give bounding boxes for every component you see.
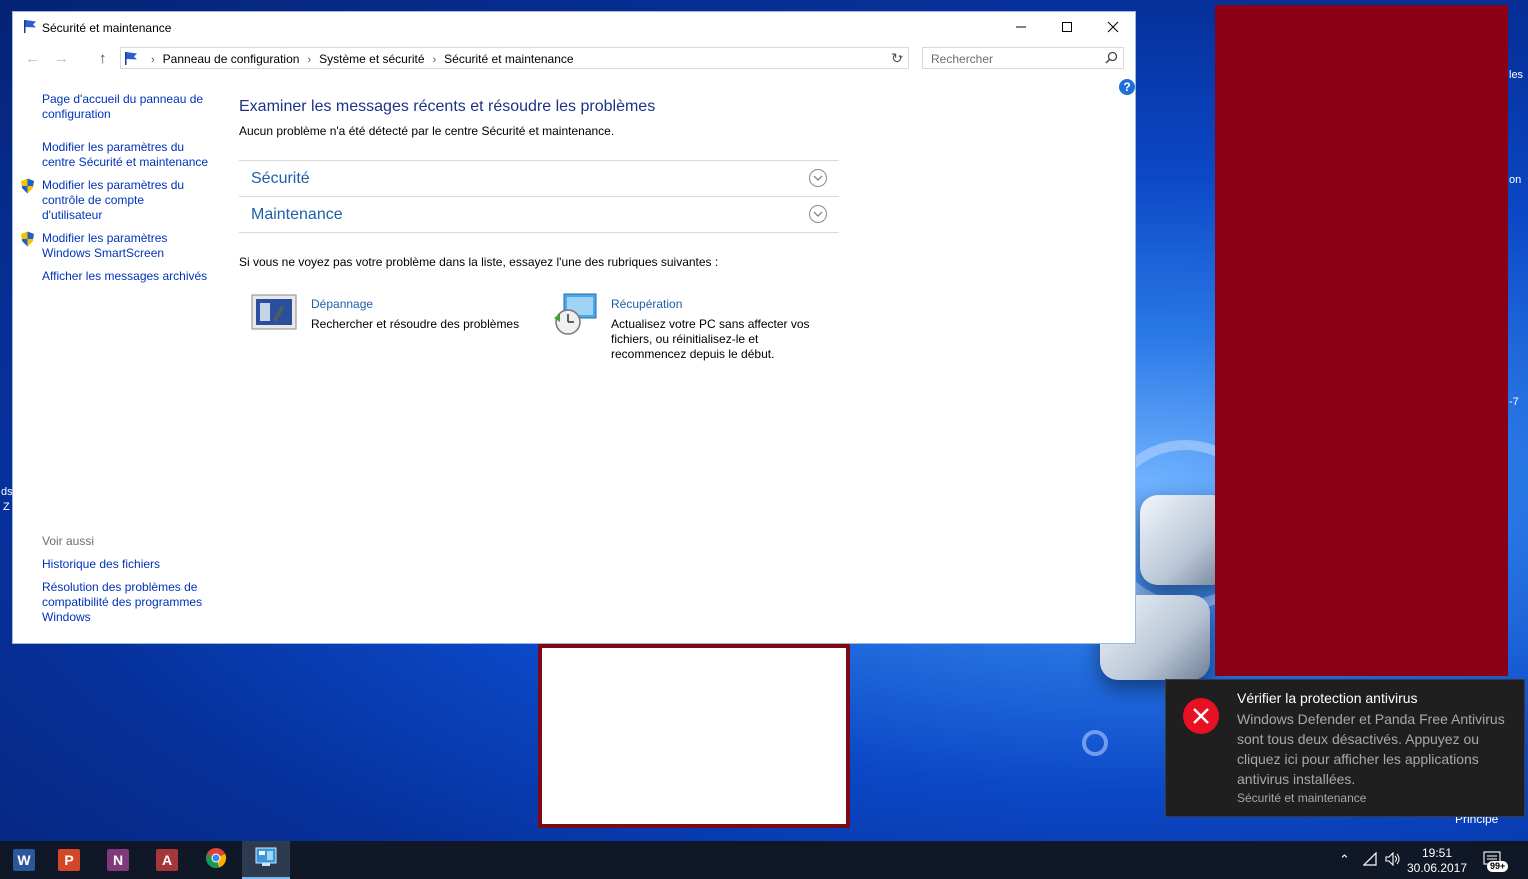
see-also-link-compatibility-troubleshooter[interactable]: Résolution des problèmes de compatibilit… xyxy=(42,580,212,625)
troubleshooting-description: Rechercher et résoudre des problèmes xyxy=(311,317,520,331)
network-icon[interactable] xyxy=(1362,851,1377,869)
security-maintenance-window: Sécurité et maintenance ← → ↑ › Panneau d… xyxy=(12,11,1136,644)
page-subtitle: Aucun problème n'a été détecté par le ce… xyxy=(239,124,615,138)
minimize-button[interactable] xyxy=(998,12,1044,42)
breadcrumb-chevron-icon[interactable]: › xyxy=(433,54,437,66)
sidebar-link-security-maintenance-settings[interactable]: Modifier les paramètres du centre Sécuri… xyxy=(42,140,217,170)
desktop-edge-label: ds xyxy=(1,486,13,498)
search-placeholder: Rechercher xyxy=(931,52,994,66)
see-also-link-file-history[interactable]: Historique des fichiers xyxy=(42,557,217,572)
expand-chevron-icon[interactable] xyxy=(809,205,827,223)
clock-time: 19:51 xyxy=(1421,846,1453,860)
search-input[interactable]: Rechercher xyxy=(922,47,1124,69)
close-button[interactable] xyxy=(1090,12,1136,42)
taskbar-app-access[interactable]: A xyxy=(143,841,191,879)
recovery-description: Actualisez votre PC sans affecter vos fi… xyxy=(611,317,810,361)
taskbar-app-onenote[interactable]: N xyxy=(94,841,142,879)
breadcrumb-item[interactable]: Panneau de configuration xyxy=(163,52,300,66)
forward-arrow-icon[interactable]: → xyxy=(54,50,69,67)
volume-icon[interactable] xyxy=(1385,851,1401,869)
sidebar-link-archived-messages[interactable]: Afficher les messages archivés xyxy=(42,269,217,284)
section-divider xyxy=(239,232,839,233)
help-icon[interactable]: ? xyxy=(1119,79,1135,95)
see-also-heading: Voir aussi xyxy=(42,534,95,548)
powerpoint-icon: P xyxy=(58,849,80,871)
recovery-link[interactable]: Récupération xyxy=(611,297,682,311)
system-clock[interactable]: 19:51 30.06.2017 xyxy=(1402,846,1472,876)
expand-chevron-icon[interactable] xyxy=(809,169,827,187)
troubleshooting-icon[interactable] xyxy=(251,294,297,337)
chrome-icon xyxy=(205,847,227,874)
flag-icon xyxy=(124,51,139,71)
taskbar: W P N A ⌃ 19:51 30.06.2017 99+ xyxy=(0,841,1528,879)
desktop-edge-label: on xyxy=(1509,174,1522,186)
desktop-edge-label: Z xyxy=(3,501,10,513)
window-title: Sécurité et maintenance xyxy=(42,21,172,35)
notification-count-badge: 99+ xyxy=(1487,861,1509,872)
address-bar[interactable]: › Panneau de configuration › Système et séc… xyxy=(120,47,909,69)
refresh-icon[interactable]: ↻ xyxy=(891,50,903,67)
redaction-box xyxy=(538,644,850,828)
desktop-edge-label: -7 xyxy=(1509,396,1519,408)
clock-date: 30.06.2017 xyxy=(1406,861,1468,875)
breadcrumb-item[interactable]: Sécurité et maintenance xyxy=(444,52,573,66)
desktop-edge-label: les xyxy=(1509,69,1524,81)
access-icon: A xyxy=(156,849,178,871)
antivirus-toast-notification[interactable]: Vérifier la protection antivirus Windows… xyxy=(1165,679,1525,817)
taskbar-app-powerpoint[interactable]: P xyxy=(45,841,93,879)
show-hidden-icons-chevron-icon[interactable]: ⌃ xyxy=(1339,852,1350,868)
navigation-bar: ← → ↑ › Panneau de configuration › Système … xyxy=(13,45,1135,73)
taskbar-app-control-panel[interactable] xyxy=(242,841,290,879)
back-arrow-icon[interactable]: ← xyxy=(25,50,40,67)
maximize-button[interactable] xyxy=(1044,12,1090,42)
flag-icon xyxy=(23,19,38,39)
taskbar-app-chrome[interactable] xyxy=(192,841,240,879)
desktop-ring-decoration xyxy=(1082,730,1108,756)
breadcrumb-chevron-icon[interactable]: › xyxy=(151,54,155,66)
toast-title: Vérifier la protection antivirus xyxy=(1237,690,1418,706)
uac-shield-icon xyxy=(20,178,35,199)
sidebar-link-control-panel-home[interactable]: Page d'accueil du panneau de configurati… xyxy=(42,92,217,122)
taskbar-app-word[interactable]: W xyxy=(0,841,48,879)
breadcrumb-item[interactable]: Système et sécurité xyxy=(319,52,424,66)
toast-body: Windows Defender et Panda Free Antivirus… xyxy=(1237,711,1505,787)
section-maintenance[interactable]: Maintenance xyxy=(239,196,839,231)
troubleshoot-hint: Si vous ne voyez pas votre problème dans… xyxy=(239,255,719,269)
troubleshooting-link[interactable]: Dépannage xyxy=(311,297,373,311)
recovery-icon[interactable] xyxy=(550,292,598,341)
title-bar[interactable]: Sécurité et maintenance xyxy=(13,12,1135,42)
redaction-block xyxy=(1215,5,1508,676)
breadcrumb: › Panneau de configuration › Système et séc… xyxy=(143,52,574,66)
onenote-icon: N xyxy=(107,849,129,871)
sidebar-link-uac-settings[interactable]: Modifier les paramètres du contrôle de c… xyxy=(42,178,202,223)
word-icon: W xyxy=(13,849,35,871)
section-maintenance-label: Maintenance xyxy=(251,206,343,223)
control-panel-icon xyxy=(255,847,277,872)
toast-source: Sécurité et maintenance xyxy=(1237,791,1367,805)
page-title: Examiner les messages récents et résoudr… xyxy=(239,98,656,115)
search-icon[interactable] xyxy=(1105,51,1118,69)
sidebar-link-smartscreen-settings[interactable]: Modifier les paramètres Windows SmartScr… xyxy=(42,231,182,261)
breadcrumb-chevron-icon[interactable]: › xyxy=(307,54,311,66)
section-security[interactable]: Sécurité xyxy=(239,160,839,195)
section-security-label: Sécurité xyxy=(251,170,310,187)
error-icon xyxy=(1183,698,1219,734)
up-arrow-icon[interactable]: ↑ xyxy=(99,50,107,67)
uac-shield-icon xyxy=(20,231,35,252)
